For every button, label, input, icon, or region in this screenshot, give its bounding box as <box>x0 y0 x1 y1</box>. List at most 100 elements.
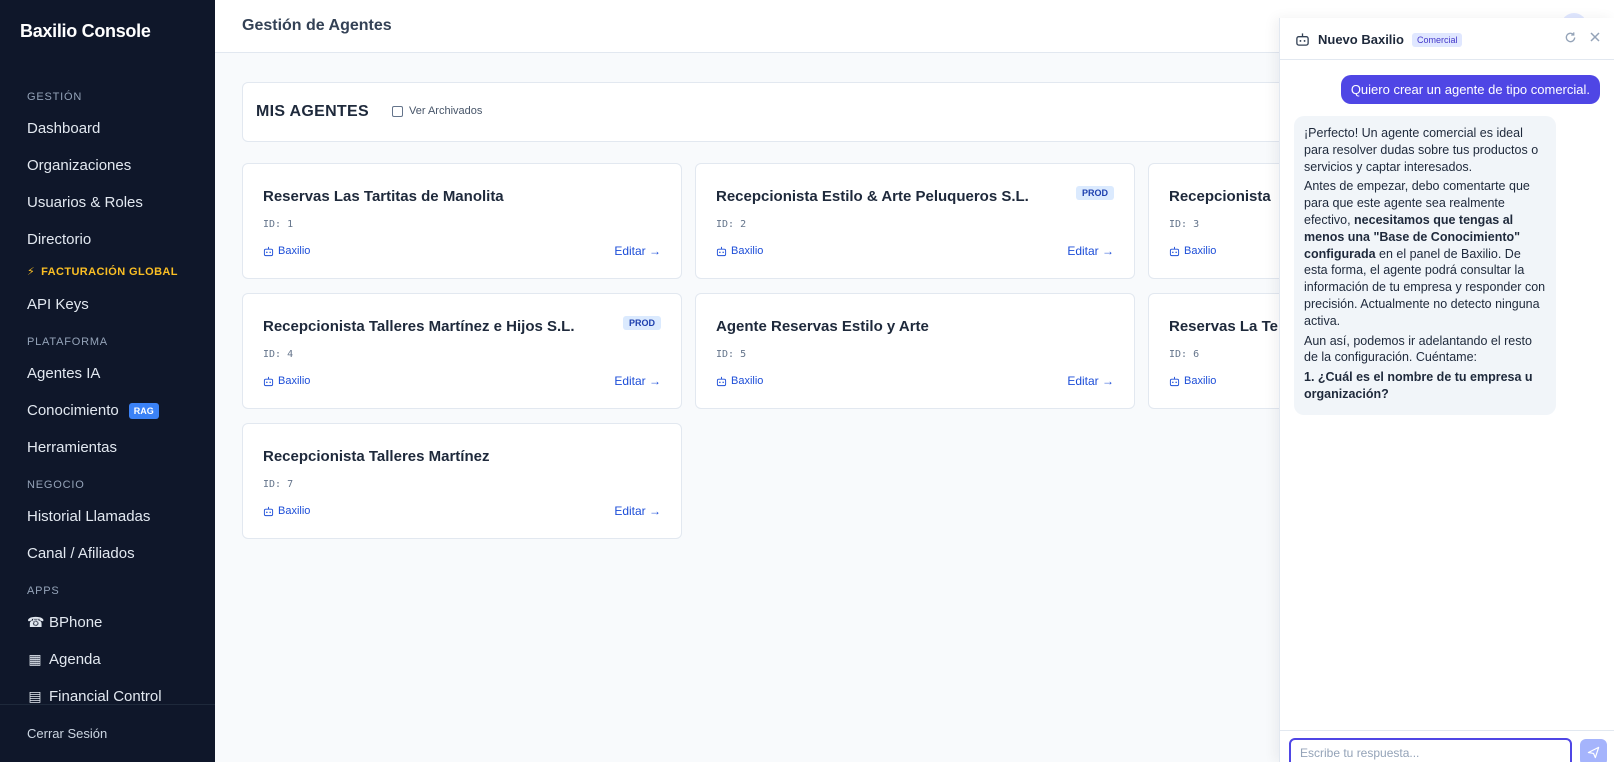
agent-owner-label: Baxilio <box>278 245 311 257</box>
robot-icon <box>263 246 274 256</box>
agent-name: Reservas La Te <box>1169 318 1278 335</box>
refresh-icon[interactable] <box>1564 31 1577 44</box>
agent-id: ID: 1 <box>263 219 294 230</box>
agent-card[interactable]: Recepcionista ID: 3 Baxilio <box>1148 163 1279 279</box>
agent-name: Recepcionista Talleres Martínez <box>263 448 490 465</box>
sidebar-item-historial[interactable]: Historial Llamadas <box>0 498 215 535</box>
agents-title: MIS AGENTES <box>256 103 369 120</box>
chat-input[interactable] <box>1289 738 1572 762</box>
sidebar-item-directorio[interactable]: Directorio <box>0 221 215 258</box>
sidebar-item-usuarios[interactable]: Usuarios & Roles <box>0 184 215 221</box>
agent-name: Recepcionista <box>1169 188 1271 205</box>
agent-owner: Baxilio <box>1169 375 1216 387</box>
agent-card[interactable]: Recepcionista Estilo & Arte Peluqueros S… <box>695 163 1135 279</box>
assistant-emphasis: 1. ¿Cuál es el nombre de tu empresa u or… <box>1304 370 1533 401</box>
agent-owner-label: Baxilio <box>731 375 764 387</box>
user-message: Quiero crear un agente de tipo comercial… <box>1340 75 1600 104</box>
robot-icon <box>1169 376 1180 386</box>
agent-card[interactable]: Agente Reservas Estilo y Arte ID: 5 Baxi… <box>695 293 1135 409</box>
agent-owner: Baxilio <box>263 375 310 387</box>
agent-name: Recepcionista Talleres Martínez e Hijos … <box>263 318 575 335</box>
assistant-message: ¡Perfecto! Un agente comercial es ideal … <box>1294 116 1556 415</box>
sidebar-item-facturacion[interactable]: ⚡ FACTURACIÓN GLOBAL <box>0 258 215 286</box>
agent-id: ID: 3 <box>1169 219 1200 230</box>
sidebar-item-label: API Keys <box>27 296 89 313</box>
edit-agent-link[interactable]: Editar → <box>1067 244 1114 258</box>
edit-agent-link[interactable]: Editar → <box>1067 374 1114 388</box>
agent-owner-label: Baxilio <box>1184 375 1217 387</box>
agent-owner-label: Baxilio <box>278 505 311 517</box>
chat-header: Nuevo Baxilio Comercial <box>1280 18 1614 60</box>
chat-title-label: Nuevo Baxilio <box>1318 32 1404 47</box>
sidebar-item-label: BPhone <box>49 614 103 631</box>
archived-checkbox[interactable] <box>392 105 403 117</box>
assistant-chat-panel: Nuevo Baxilio Comercial Quiero crear un … <box>1279 18 1614 762</box>
robot-icon <box>263 376 274 386</box>
sidebar-item-label: Canal / Afiliados <box>27 545 135 562</box>
chat-type-badge: Comercial <box>1411 32 1463 47</box>
agent-card[interactable]: Recepcionista Talleres Martínez e Hijos … <box>242 293 682 409</box>
agent-owner: Baxilio <box>263 505 310 517</box>
close-icon[interactable] <box>1589 31 1601 43</box>
main-content: MIS AGENTES Ver Archivados Reservas Las … <box>215 53 1279 762</box>
sidebar-item-conocimiento[interactable]: Conocimiento RAG <box>0 392 215 429</box>
sidebar-item-label: Dashboard <box>27 120 101 137</box>
agent-id: ID: 7 <box>263 479 294 490</box>
agent-id: ID: 6 <box>1169 349 1200 360</box>
agent-owner: Baxilio <box>1169 245 1216 257</box>
brand-logo[interactable]: Baxilio Console <box>20 21 151 42</box>
sidebar-item-api-keys[interactable]: API Keys <box>0 286 215 323</box>
chat-title: Nuevo Baxilio Comercial <box>1295 32 1463 47</box>
agent-card[interactable]: Recepcionista Talleres Martínez ID: 7 Ba… <box>242 423 682 539</box>
robot-icon <box>263 506 274 516</box>
agent-name: Agente Reservas Estilo y Arte <box>716 318 929 335</box>
sidebar-item-label: Organizaciones <box>27 157 132 174</box>
sidebar-item-canal[interactable]: Canal / Afiliados <box>0 535 215 572</box>
prod-badge: PROD <box>1075 186 1114 200</box>
sidebar-item-label: FACTURACIÓN GLOBAL <box>41 266 178 278</box>
agent-owner-label: Baxilio <box>731 245 764 257</box>
agents-toolbar: MIS AGENTES Ver Archivados <box>242 82 1279 142</box>
edit-agent-link[interactable]: Editar → <box>614 374 661 388</box>
edit-agent-link[interactable]: Editar → <box>614 504 661 518</box>
sidebar-item-label: Usuarios & Roles <box>27 194 143 211</box>
assistant-paragraph: Antes de empezar, debo comentarte que pa… <box>1304 178 1546 329</box>
sidebar-item-agentes[interactable]: Agentes IA <box>0 355 215 392</box>
chat-composer <box>1280 730 1614 762</box>
sidebar-item-herramientas[interactable]: Herramientas <box>0 429 215 466</box>
assistant-question: 1. ¿Cuál es el nombre de tu empresa u or… <box>1304 369 1546 403</box>
robot-icon <box>716 246 727 256</box>
agent-name: Reservas Las Tartitas de Manolita <box>263 188 504 205</box>
nav-section-apps: APPS <box>27 585 60 597</box>
sidebar-item-label: Agenda <box>49 651 101 668</box>
nav-section-plataforma: PLATAFORMA <box>27 336 108 348</box>
sidebar-item-label: Conocimiento <box>27 402 119 419</box>
agent-id: ID: 4 <box>263 349 294 360</box>
sidebar-item-organizaciones[interactable]: Organizaciones <box>0 147 215 184</box>
calendar-icon: ▦ <box>28 651 42 667</box>
assistant-paragraph: ¡Perfecto! Un agente comercial es ideal … <box>1304 126 1539 174</box>
send-button[interactable] <box>1580 739 1607 762</box>
agent-owner-label: Baxilio <box>1184 245 1217 257</box>
agent-id: ID: 2 <box>716 219 747 230</box>
sidebar-item-dashboard[interactable]: Dashboard <box>0 110 215 147</box>
archived-label: Ver Archivados <box>409 105 483 117</box>
agent-card[interactable]: Reservas Las Tartitas de Manolita ID: 1 … <box>242 163 682 279</box>
robot-icon <box>716 376 727 386</box>
sidebar-item-bphone[interactable]: ☎ BPhone <box>0 604 215 641</box>
logout-button[interactable]: Cerrar Sesión <box>0 704 215 762</box>
sidebar: Baxilio Console GESTIÓN Dashboard Organi… <box>0 0 215 762</box>
prod-badge: PROD <box>622 316 661 330</box>
sidebar-nav: GESTIÓN Dashboard Organizaciones Usuario… <box>0 78 215 715</box>
sidebar-item-agenda[interactable]: ▦ Agenda <box>0 641 215 678</box>
robot-icon <box>1296 33 1309 46</box>
archived-toggle[interactable]: Ver Archivados <box>392 105 482 117</box>
rag-badge: RAG <box>128 402 159 419</box>
agent-owner: Baxilio <box>716 375 763 387</box>
sidebar-item-label: Agentes IA <box>27 365 101 382</box>
robot-icon <box>1169 246 1180 256</box>
agent-card[interactable]: Reservas La Te ID: 6 Baxilio <box>1148 293 1279 409</box>
phone-icon: ☎ <box>27 614 45 630</box>
edit-agent-link[interactable]: Editar → <box>614 244 661 258</box>
assistant-paragraph: Aun así, podemos ir adelantando el resto… <box>1304 333 1532 365</box>
